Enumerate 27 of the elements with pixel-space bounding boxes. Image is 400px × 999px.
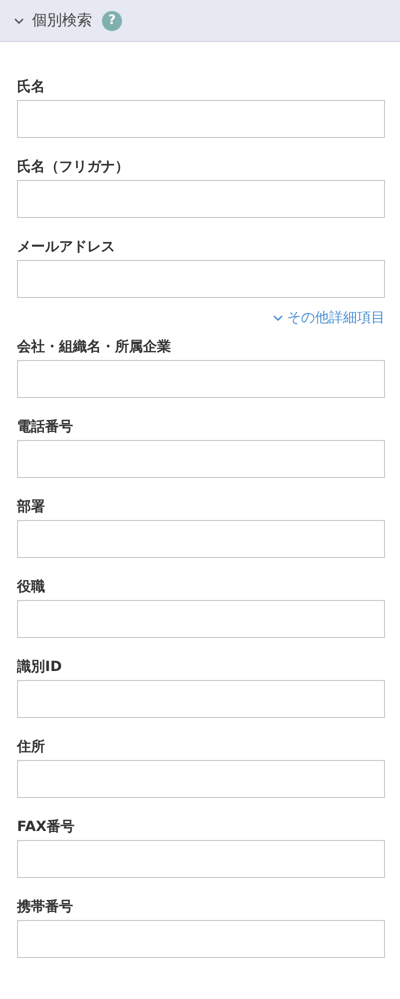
help-icon[interactable]: ? <box>102 10 122 30</box>
more-fields-link[interactable]: その他詳細項目 <box>273 308 385 328</box>
field-label: 役職 <box>17 578 46 597</box>
input-field[interactable] <box>17 840 385 878</box>
chevron-icon <box>273 314 283 322</box>
input-field[interactable] <box>17 440 385 478</box>
section-header[interactable]: 個別検索 ? <box>0 0 400 42</box>
field-label: 氏名（フリガナ） <box>17 158 130 177</box>
field-label: FAX番号 <box>17 818 76 837</box>
input-field[interactable] <box>17 180 385 218</box>
input-field[interactable] <box>17 520 385 558</box>
input-field[interactable] <box>17 760 385 798</box>
field-label: 携帯番号 <box>17 898 74 917</box>
field-label: 住所 <box>17 738 46 757</box>
field-label: 部署 <box>17 498 46 517</box>
input-field[interactable] <box>17 920 385 958</box>
input-field[interactable] <box>17 100 385 138</box>
input-field[interactable] <box>17 260 385 298</box>
input-field[interactable] <box>17 600 385 638</box>
field-label: 電話番号 <box>17 418 74 437</box>
field-label: 識別ID <box>17 658 63 677</box>
field-label: 会社・組織名・所属企業 <box>17 338 172 357</box>
field-label: メールアドレス <box>17 238 116 257</box>
section-title: 個別検索 <box>32 10 92 32</box>
input-field[interactable] <box>17 360 385 398</box>
input-field[interactable] <box>17 680 385 718</box>
field-label: 氏名 <box>17 78 46 97</box>
